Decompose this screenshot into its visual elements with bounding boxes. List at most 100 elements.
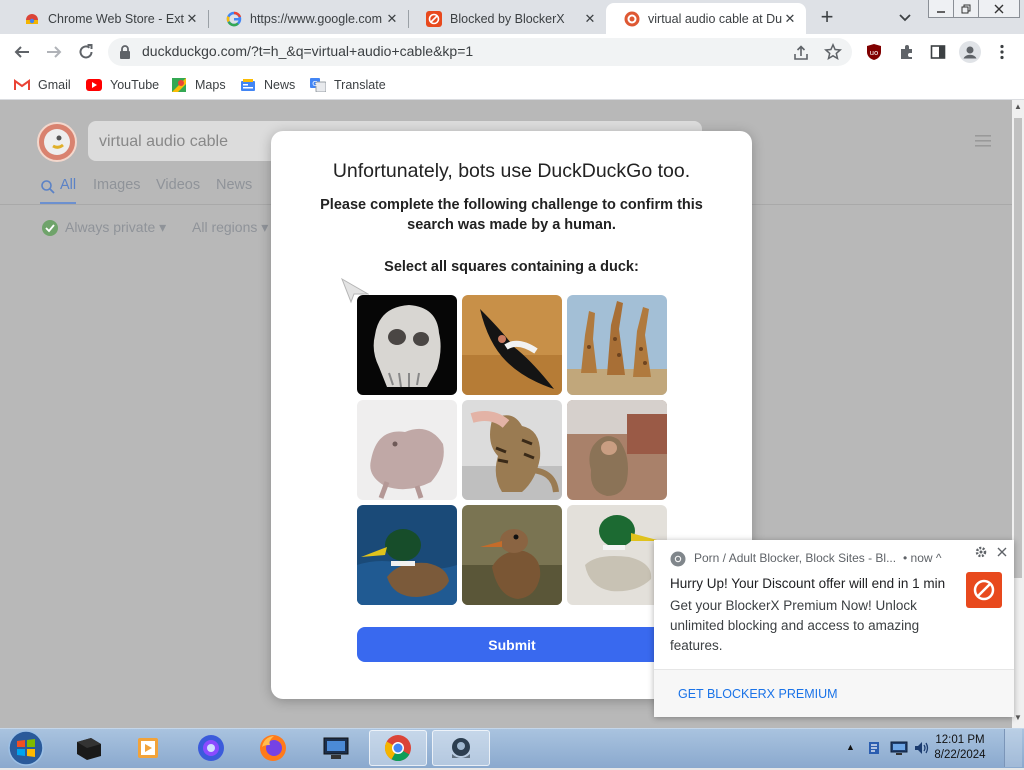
notification-source: Porn / Adult Blocker, Block Sites - Bl..… [694, 551, 897, 565]
tab-duckduckgo[interactable]: virtual audio cable at Duc ✕ [606, 3, 806, 34]
tab-close-icon[interactable]: ✕ [384, 11, 400, 27]
google-icon [226, 11, 242, 27]
tab-title: Chrome Web Store - Exte [48, 11, 184, 26]
taskbar-app-icon[interactable] [432, 730, 490, 766]
notification-settings-icon[interactable] [975, 546, 987, 558]
back-icon[interactable] [10, 40, 34, 64]
tab-google[interactable]: https://www.google.com ✕ [208, 3, 408, 34]
bookmark-gmail[interactable]: Gmail [14, 76, 71, 94]
share-icon[interactable] [792, 44, 810, 62]
taskbar-firefox-dev-icon[interactable] [182, 730, 240, 766]
challenge-tile-hairless-rodent[interactable] [357, 400, 457, 500]
challenge-tile-duck[interactable] [462, 505, 562, 605]
taskbar-app-black-box-icon[interactable] [60, 730, 118, 766]
challenge-tile-monkey[interactable] [567, 400, 667, 500]
bookmark-youtube[interactable]: YouTube [86, 76, 159, 94]
tray-network-icon[interactable] [890, 740, 908, 756]
ddg-search-query[interactable]: virtual audio cable [99, 133, 228, 151]
tray-expand-icon[interactable]: ▲ [846, 742, 856, 752]
bookmark-news[interactable]: News [240, 76, 295, 94]
bookmark-star-icon[interactable] [823, 42, 843, 61]
restore-icon[interactable] [953, 0, 979, 18]
tab-blockerx[interactable]: Blocked by BlockerX ✕ [408, 3, 606, 34]
privacy-filter-label: Always private [65, 219, 156, 235]
tab-close-icon[interactable]: ✕ [782, 11, 798, 27]
start-button-icon[interactable] [6, 729, 46, 767]
ddg-tab-videos[interactable]: Videos [156, 177, 200, 193]
taskbar-media-player-icon[interactable] [120, 730, 178, 766]
minimize-icon[interactable] [928, 0, 954, 18]
challenge-tile-duck[interactable] [567, 505, 667, 605]
check-circle-icon [42, 220, 58, 236]
region-filter[interactable]: All regions ▾ [192, 219, 268, 236]
reload-icon[interactable] [74, 40, 98, 64]
challenge-grid [357, 295, 667, 605]
youtube-icon [86, 78, 102, 92]
challenge-tile-cat[interactable] [462, 400, 562, 500]
notification-body: Get your BlockerX Premium Now! Unlock un… [670, 598, 920, 653]
scroll-down-icon[interactable]: ▼ [1013, 713, 1023, 725]
scroll-up-icon[interactable]: ▲ [1013, 102, 1023, 114]
bookmark-translate[interactable]: G Translate [310, 76, 386, 94]
show-desktop-button[interactable] [1004, 729, 1022, 767]
tab-title: virtual audio cable at Duc [648, 11, 782, 26]
challenge-title: Unfortunately, bots use DuckDuckGo too. [332, 160, 691, 182]
blockerx-logo-icon [966, 572, 1002, 608]
taskbar-network-monitor-icon[interactable] [307, 730, 365, 766]
duckduckgo-icon [624, 11, 640, 27]
clock-date: 8/22/2024 [934, 749, 986, 761]
svg-text:uo: uo [870, 49, 879, 57]
bookmark-label: Translate [334, 78, 386, 92]
tray-volume-icon[interactable] [913, 740, 931, 756]
bookmark-maps[interactable]: Maps [171, 76, 226, 94]
taskbar-clock[interactable]: 12:01 PM 8/22/2024 [930, 733, 990, 763]
tab-search-icon[interactable] [896, 8, 914, 26]
submit-button[interactable]: Submit [357, 627, 667, 662]
maps-icon [171, 78, 187, 92]
taskbar-chrome-icon[interactable] [369, 730, 427, 766]
browser-menu-icon[interactable] [994, 43, 1010, 61]
scrollbar-thumb[interactable] [1014, 118, 1022, 578]
extensions-icon[interactable] [898, 43, 916, 61]
hamburger-menu-icon[interactable] [975, 134, 991, 148]
blockerx-icon [426, 10, 442, 27]
tab-title: Blocked by BlockerX [450, 11, 565, 26]
chrome-icon [670, 551, 686, 567]
bookmark-label: News [264, 78, 296, 92]
challenge-tile-gorilla-skull[interactable] [357, 295, 457, 395]
challenge-subtitle: Please complete the following challenge … [320, 197, 703, 233]
notification-close-icon[interactable] [996, 546, 1008, 558]
tab-chrome-web-store[interactable]: Chrome Web Store - Exte ✕ [6, 3, 208, 34]
notification-title: Hurry Up! Your Discount offer will end i… [670, 576, 946, 591]
region-filter-label: All regions [192, 219, 258, 235]
window-close-icon[interactable] [978, 0, 1020, 18]
ddg-tab-all[interactable]: All [60, 177, 76, 193]
news-icon [240, 78, 256, 92]
challenge-instruction: Select all squares containing a duck: [384, 259, 639, 275]
ublock-icon[interactable]: uo [866, 43, 882, 61]
tab-title: https://www.google.com [250, 11, 383, 26]
ddg-tab-news[interactable]: News [216, 177, 252, 193]
bookmark-label: Maps [195, 78, 226, 92]
challenge-tile-duck[interactable] [357, 505, 457, 605]
tab-close-icon[interactable]: ✕ [184, 11, 200, 27]
tab-close-icon[interactable]: ✕ [582, 11, 598, 27]
challenge-tile-condor[interactable] [462, 295, 562, 395]
tray-action-center-icon[interactable] [866, 740, 882, 756]
search-icon [40, 179, 56, 195]
ddg-tab-images[interactable]: Images [93, 177, 141, 193]
bookmark-label: Gmail [38, 78, 71, 92]
lock-icon[interactable] [118, 44, 132, 60]
duckduckgo-logo[interactable] [37, 122, 77, 162]
url-text[interactable]: duckduckgo.com/?t=h_&q=virtual+audio+cab… [142, 43, 473, 59]
side-panel-icon[interactable] [930, 44, 946, 60]
clock-time: 12:01 PM [935, 734, 985, 746]
privacy-filter[interactable]: Always private ▾ [65, 219, 166, 236]
challenge-tile-giraffes[interactable] [567, 295, 667, 395]
taskbar-firefox-icon[interactable] [244, 730, 302, 766]
get-premium-button[interactable]: GET BLOCKERX PREMIUM [654, 670, 1014, 717]
new-tab-button[interactable]: + [816, 5, 838, 29]
notification-time[interactable]: • now ^ [903, 551, 942, 565]
forward-icon[interactable] [42, 40, 66, 64]
profile-avatar-icon[interactable] [959, 41, 981, 63]
